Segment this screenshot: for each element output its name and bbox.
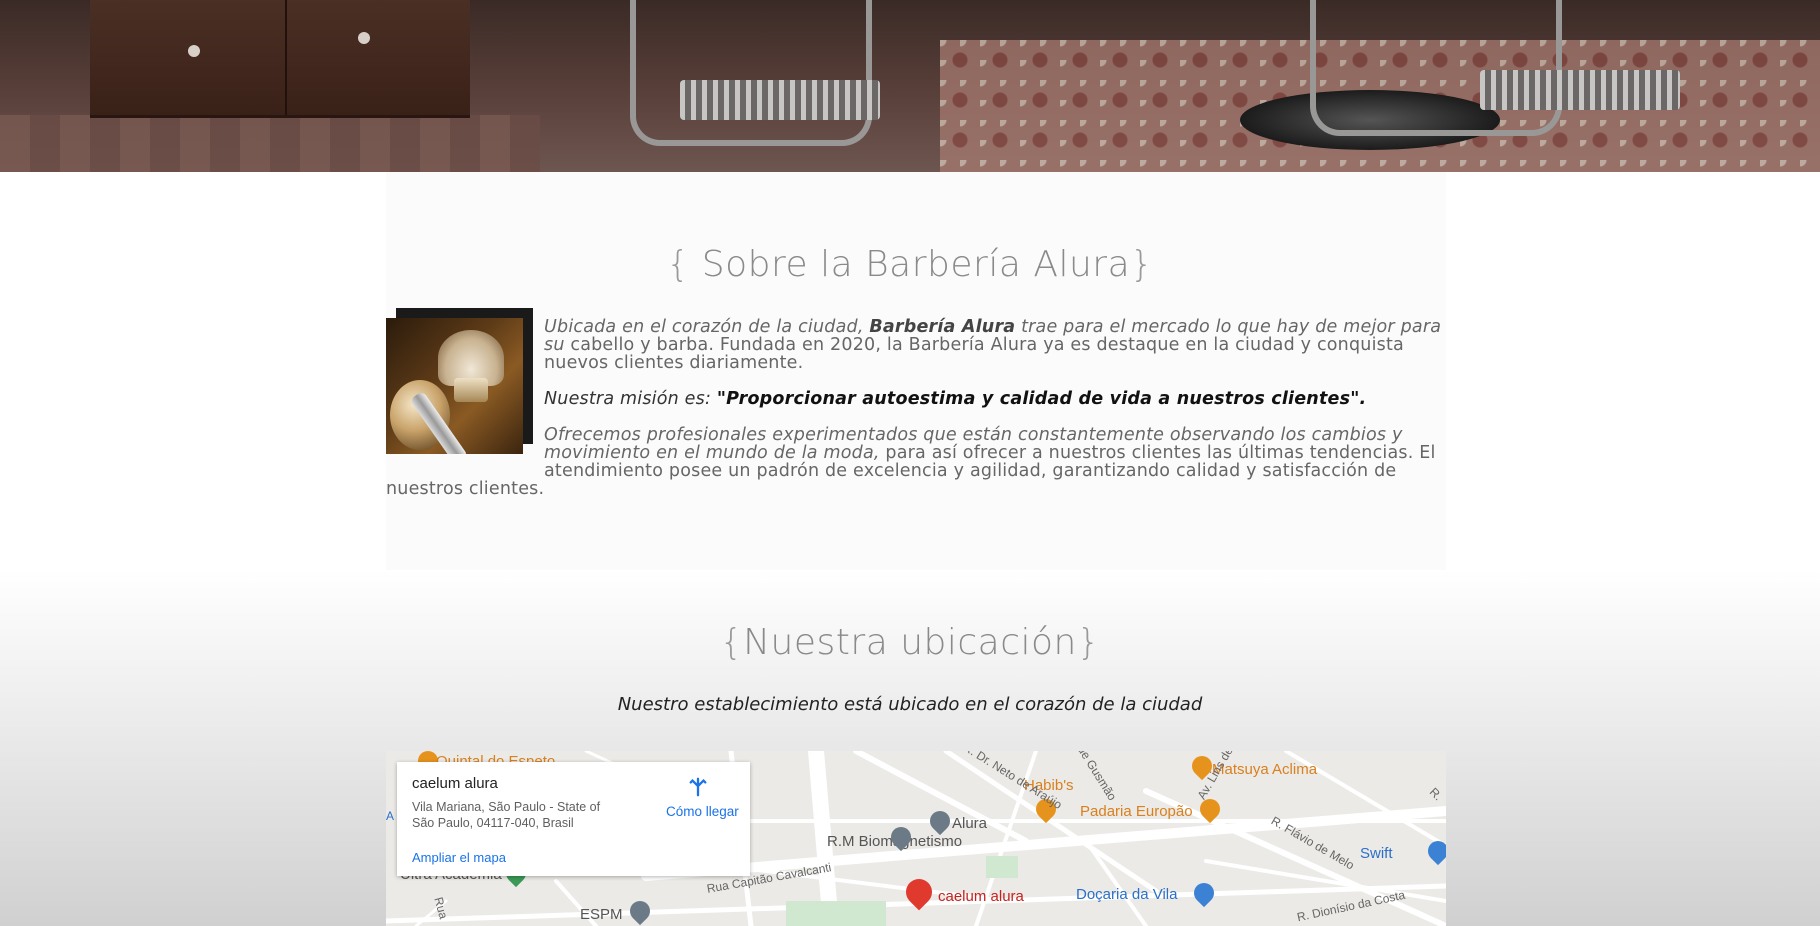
location-title: {Nuestra ubicación} bbox=[0, 622, 1820, 663]
intro-continuation: cabello y barba. Fundada en 2020, la Bar… bbox=[544, 335, 1404, 373]
map-info-card: caelum alura Vila Mariana, São Paulo - S… bbox=[397, 762, 750, 876]
cabinet-divider bbox=[285, 0, 287, 115]
poi-swift[interactable]: Swift bbox=[1360, 845, 1393, 862]
brace-open: { bbox=[666, 244, 690, 285]
directions-link[interactable]: Cómo llegar bbox=[666, 804, 739, 819]
mission-label: Nuestra misión es: bbox=[544, 389, 717, 409]
poi-padaria[interactable]: Padaria Europão bbox=[1080, 803, 1193, 820]
about-title-text: Sobre la Barbería Alura bbox=[689, 244, 1131, 285]
brace-open: { bbox=[719, 622, 744, 663]
floor-boards bbox=[0, 115, 540, 172]
mission-quote: "Proporcionar autoestima y calidad de vi… bbox=[716, 389, 1367, 409]
about-text: Ubicada en el corazón de la ciudad, Barb… bbox=[386, 318, 1446, 498]
about-title: { Sobre la Barbería Alura} bbox=[0, 244, 1820, 285]
chair-footrest bbox=[1480, 70, 1680, 110]
drawer-knob bbox=[358, 32, 370, 44]
brand-name: Barbería Alura bbox=[869, 317, 1016, 337]
wooden-cabinet bbox=[90, 0, 470, 118]
hero-banner-image bbox=[0, 0, 1820, 172]
place-name: caelum alura bbox=[412, 775, 498, 792]
directions-icon[interactable] bbox=[687, 776, 709, 798]
poi-espm[interactable]: ESPM bbox=[580, 906, 623, 923]
mission-statement: Nuestra misión es: "Proporcionar autoest… bbox=[386, 390, 1446, 408]
about-services: Ofrecemos profesionales experimentados q… bbox=[386, 426, 1446, 498]
intro-lead: Ubicada en el corazón de la ciudad, bbox=[544, 317, 870, 337]
about-intro: Ubicada en el corazón de la ciudad, Barb… bbox=[386, 318, 1446, 372]
location-title-text: Nuestra ubicación bbox=[743, 622, 1077, 663]
place-address: Vila Mariana, São Paulo - State of São P… bbox=[412, 800, 601, 830]
chair-footrest bbox=[680, 80, 880, 120]
street-label: A bbox=[386, 809, 395, 823]
barber-chair bbox=[630, 0, 872, 146]
brace-close: } bbox=[1130, 244, 1154, 285]
barber-chair bbox=[1310, 0, 1562, 136]
poi-alura[interactable]: Alura bbox=[952, 815, 987, 832]
poi-docaria-da-vila[interactable]: Doçaria da Vila bbox=[1076, 886, 1177, 903]
brace-close: } bbox=[1076, 622, 1101, 663]
photo-spacer bbox=[386, 318, 544, 468]
drawer-knob bbox=[188, 45, 200, 57]
poi-caelum-alura[interactable]: caelum alura bbox=[938, 888, 1024, 905]
enlarge-map-link[interactable]: Ampliar el mapa bbox=[412, 850, 506, 865]
location-subtitle: Nuestro establecimiento está ubicado en … bbox=[617, 694, 1203, 715]
